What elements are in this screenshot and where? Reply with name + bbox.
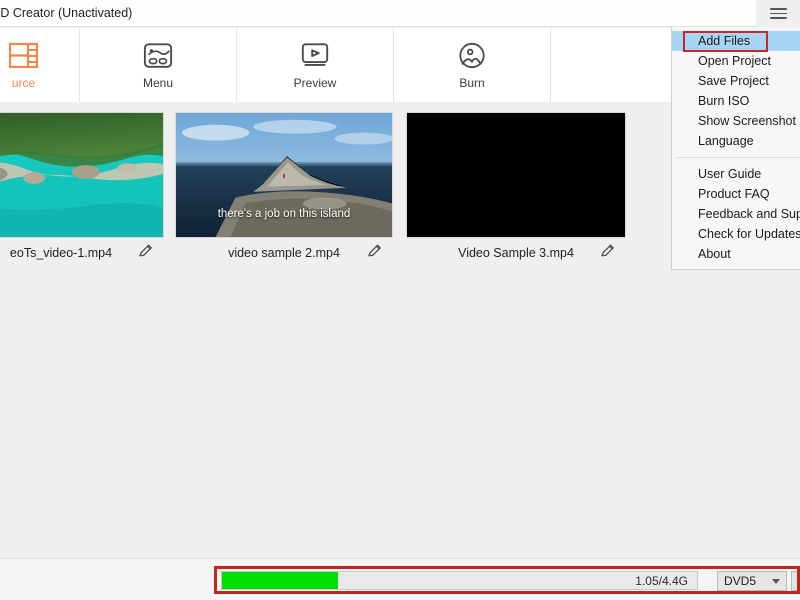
video-thumbnail[interactable] [406, 112, 626, 238]
disc-capacity-bar: 1.05/4.4G [221, 571, 698, 590]
menu-item-open-project[interactable]: Open Project [672, 51, 800, 71]
hamburger-icon [769, 5, 787, 22]
tab-menu-label: Menu [142, 75, 174, 90]
title-bar: VD Creator (Unactivated) [0, 0, 800, 27]
disc-type-value: DVD5 [724, 574, 757, 588]
pencil-icon[interactable] [138, 242, 154, 263]
video-title: Video Sample 3.mp4 [458, 245, 574, 260]
application-window: VD Creator (Unactivated) urce Menu Previ… [0, 0, 800, 600]
video-thumbnail[interactable]: there's a job on this island [175, 112, 393, 238]
main-dropdown-menu: Add Files Open Project Save Project Burn… [671, 27, 800, 270]
pencil-icon[interactable] [367, 242, 383, 263]
disc-capacity-fill [222, 572, 339, 589]
tab-preview-label: Preview [293, 75, 337, 90]
video-thumbnail[interactable] [0, 112, 164, 238]
video-title: video sample 2.mp4 [228, 245, 340, 260]
menu-item-feedback-support[interactable]: Feedback and Sup [672, 204, 800, 224]
video-item-meta: Video Sample 3.mp4 [406, 238, 626, 267]
burn-disc-icon [457, 41, 487, 71]
menu-item-save-project[interactable]: Save Project [672, 71, 800, 91]
pencil-icon[interactable] [600, 242, 616, 263]
menu-template-icon [143, 41, 173, 71]
menu-item-product-faq[interactable]: Product FAQ [672, 184, 800, 204]
tab-burn-label: Burn [459, 75, 485, 90]
disc-capacity-text: 1.05/4.4G [635, 573, 688, 588]
tab-burn[interactable]: Burn [394, 28, 551, 102]
menu-item-show-screenshot[interactable]: Show Screenshot i [672, 111, 800, 131]
video-item-meta: video sample 2.mp4 [175, 238, 393, 267]
tab-source[interactable]: urce [0, 28, 80, 102]
menu-item-check-updates[interactable]: Check for Updates [672, 224, 800, 244]
list-item[interactable]: there's a job on this island video sampl… [175, 112, 393, 267]
tab-source-label: urce [11, 75, 36, 90]
video-item-meta: eoTs_video-1.mp4 [0, 238, 164, 267]
list-item[interactable]: eoTs_video-1.mp4 [0, 112, 164, 267]
chevron-down-icon [772, 578, 780, 584]
video-title: eoTs_video-1.mp4 [9, 245, 113, 260]
list-item[interactable]: Video Sample 3.mp4 [406, 112, 626, 267]
tab-menu[interactable]: Menu [80, 28, 237, 102]
menu-item-about[interactable]: About [672, 244, 800, 264]
tab-preview[interactable]: Preview [237, 28, 394, 102]
menu-item-add-files[interactable]: Add Files [672, 31, 800, 51]
film-strip-icon [8, 41, 39, 71]
video-subtitle: there's a job on this island [217, 208, 351, 220]
menu-item-burn-iso[interactable]: Burn ISO [672, 91, 800, 111]
menu-item-language[interactable]: Language [672, 131, 800, 151]
disc-type-select[interactable]: DVD5 [717, 571, 787, 591]
secondary-select[interactable]: F [791, 571, 800, 591]
menu-separator [676, 157, 800, 158]
play-monitor-icon [300, 41, 330, 71]
menu-item-user-guide[interactable]: User Guide [672, 164, 800, 184]
main-menu-button[interactable] [756, 0, 800, 27]
window-title: VD Creator (Unactivated) [0, 6, 133, 20]
